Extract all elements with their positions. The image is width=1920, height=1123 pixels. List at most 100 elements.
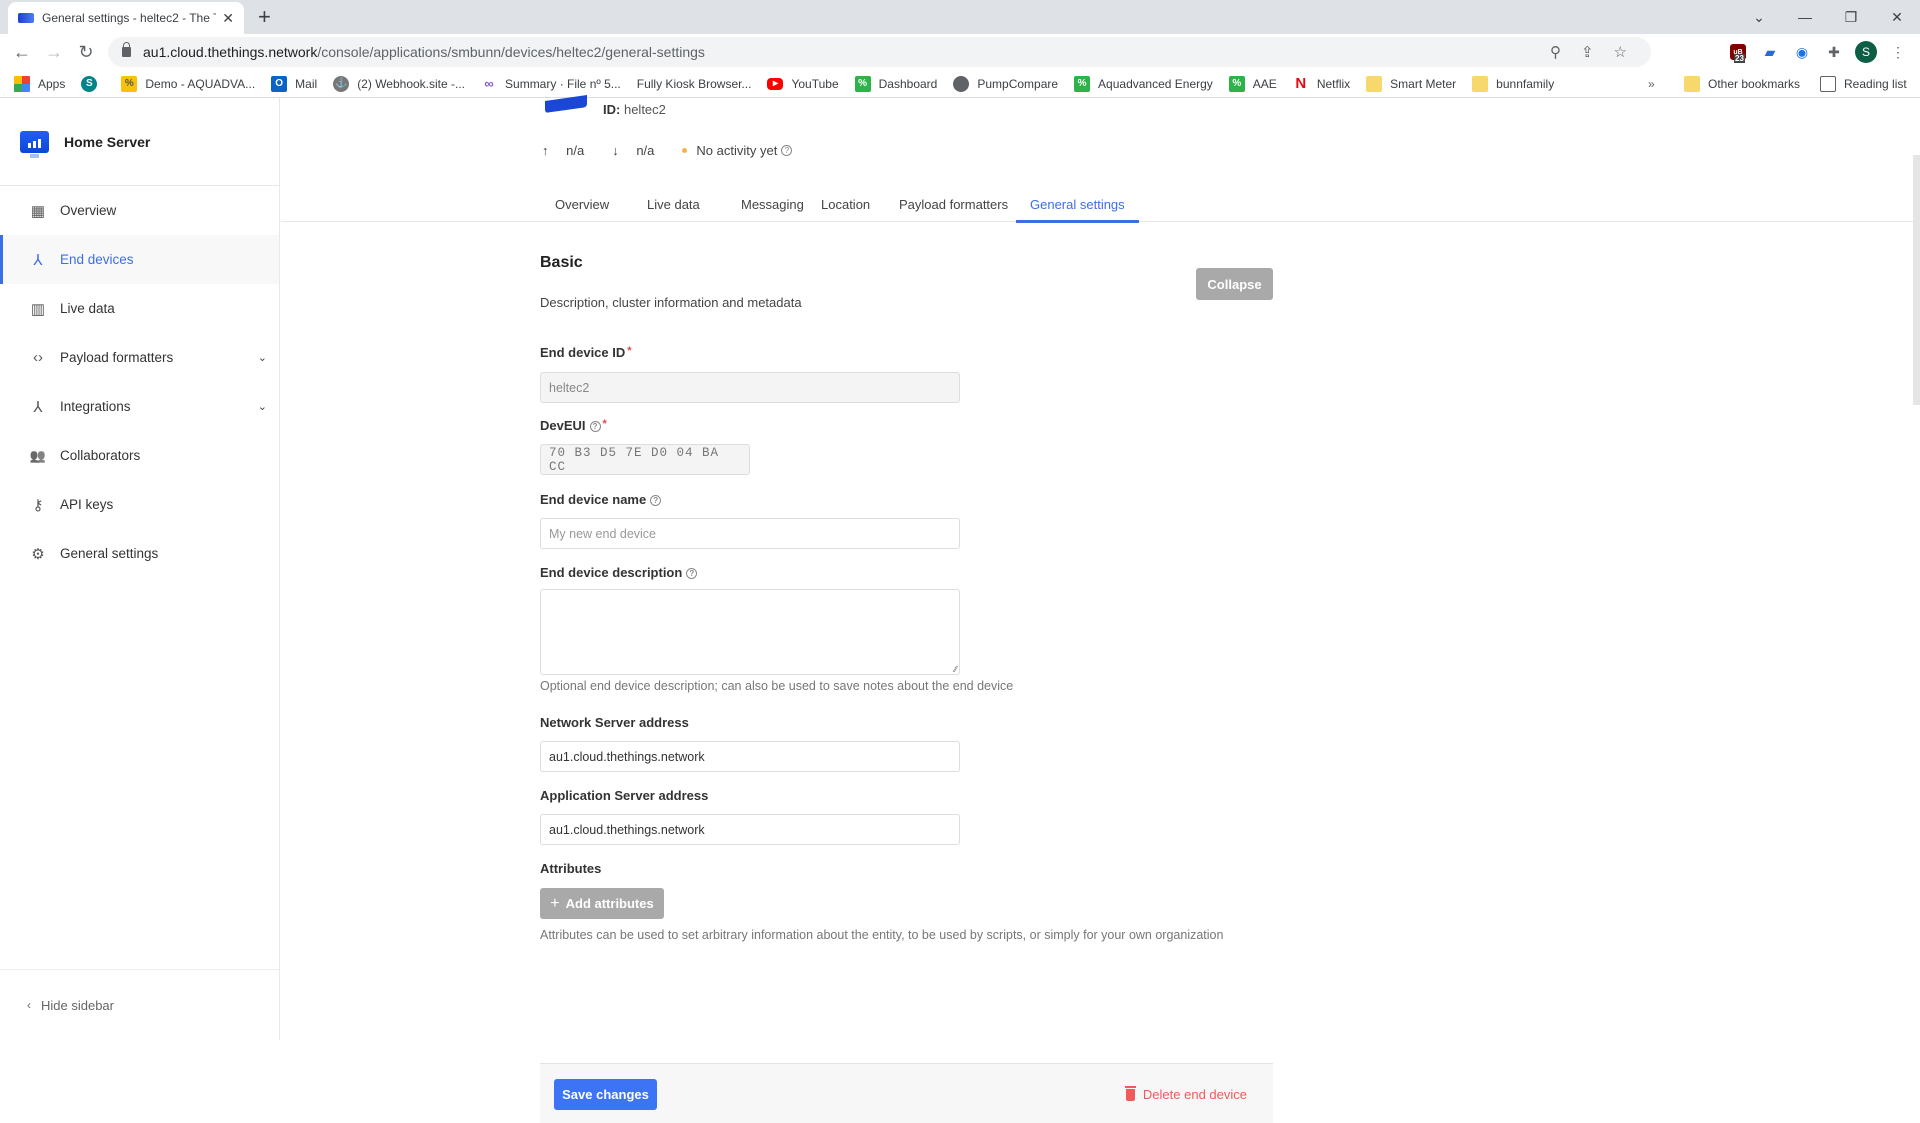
bookmark-item[interactable]: O Mail [271, 75, 317, 92]
extensions-puzzle-icon[interactable]: ✚ [1822, 40, 1846, 64]
dev-eui-input[interactable]: 70 B3 D5 7E D0 04 BA CC [540, 444, 750, 475]
bookmark-item[interactable]: ⚓ (2) Webhook.site -... [333, 75, 465, 92]
help-icon[interactable]: ? [781, 145, 793, 156]
bookmark-item[interactable]: ∞ Summary · File nº 5... [481, 76, 621, 92]
bookmark-item[interactable]: Apps [14, 75, 65, 92]
bookmark-label: Demo - AQUADVA... [145, 76, 256, 91]
browser-tab[interactable]: General settings - heltec2 - The T ✕ [8, 2, 244, 34]
bookmark-item[interactable]: N Netflix [1293, 75, 1351, 92]
device-id-label: ID: [603, 102, 621, 117]
bookmark-item[interactable]: Fully Kiosk Browser... [637, 76, 752, 92]
profile-avatar[interactable]: S [1854, 40, 1878, 64]
bookmark-item[interactable]: Smart Meter [1366, 75, 1456, 92]
share-icon[interactable]: ⇪ [1581, 43, 1594, 61]
restore-button[interactable]: ❐ [1828, 0, 1874, 34]
delete-label: Delete end device [1142, 1087, 1247, 1102]
new-tab-button[interactable]: + [258, 4, 271, 30]
location-icon[interactable]: ⚲ [1550, 43, 1561, 61]
plus-icon: + [550, 894, 560, 912]
close-tab-icon[interactable]: ✕ [222, 10, 234, 27]
tab-search-icon[interactable]: ⌄ [1736, 0, 1782, 34]
required-marker: * [627, 345, 632, 357]
device-name-field-label: End device name? [540, 492, 662, 507]
globe-icon [953, 75, 970, 92]
save-changes-button[interactable]: Save changes [554, 1079, 657, 1110]
bookmark-item[interactable]: % Aquadvanced Energy [1074, 75, 1213, 92]
tab-payload-formatters[interactable]: Payload formatters [885, 186, 1022, 222]
chevron-down-icon[interactable]: ⌄ [258, 351, 267, 364]
application-server-input[interactable]: au1.cloud.thethings.network [540, 814, 960, 845]
sidebar-item-api-keys[interactable]: ⚷ API keys [0, 480, 279, 529]
hide-sidebar-label: Hide sidebar [41, 997, 114, 1013]
tab-live-data[interactable]: Live data [633, 186, 714, 222]
device-description-textarea[interactable] [540, 589, 960, 675]
sidebar-item-live-data[interactable]: ▥ Live data [0, 284, 279, 333]
reading-list[interactable]: Reading list [1820, 75, 1907, 92]
close-window-button[interactable]: ✕ [1874, 0, 1920, 34]
collapse-button[interactable]: Collapse [1196, 268, 1273, 300]
other-bookmarks[interactable]: Other bookmarks [1684, 75, 1800, 92]
bookmark-item[interactable]: % Dashboard [854, 75, 937, 92]
tab-location[interactable]: Location [807, 186, 884, 222]
bookmark-item[interactable]: PumpCompare [953, 75, 1058, 92]
bookmark-label: AAE [1252, 76, 1277, 91]
sidebar-item-overview[interactable]: ▦ Overview [0, 186, 279, 235]
green-link-icon: % [1228, 75, 1245, 92]
bookmark-item[interactable]: S [81, 75, 105, 92]
network-server-input[interactable]: au1.cloud.thethings.network [540, 741, 960, 772]
bookmark-item[interactable]: bunnfamily [1472, 75, 1555, 92]
tab-overview[interactable]: Overview [541, 186, 623, 222]
bookmarks-overflow-button[interactable]: » [1648, 77, 1655, 91]
forward-icon[interactable]: → [42, 40, 66, 64]
webhook-icon: ⚓ [333, 75, 350, 92]
sidebar-item-payload-formatters[interactable]: ‹› Payload formatters ⌄ [0, 333, 279, 382]
device-id-input[interactable]: heltec2 [540, 372, 960, 403]
youtube-icon: ▸ [767, 77, 784, 90]
sidebar-header[interactable]: Home Server [0, 98, 279, 186]
ttn-favicon-icon [18, 13, 34, 23]
sidebar-item-general-settings[interactable]: ⚙ General settings [0, 529, 279, 578]
extension-badge: 23 [1734, 54, 1745, 63]
delete-end-device-button[interactable]: Delete end device [1124, 1079, 1247, 1110]
device-description-field-label: End device description? [540, 565, 698, 580]
netflix-icon: N [1295, 75, 1307, 92]
downlink-value: n/a [636, 143, 655, 158]
laptop-extension-icon[interactable]: ▰ [1758, 40, 1782, 64]
device-name-input[interactable]: My new end device [540, 518, 960, 549]
sidebar-item-end-devices[interactable]: ⅄ End devices [0, 235, 279, 284]
sidebar: Home Server ▦ Overview ⅄ End devices ▥ Live d… [0, 98, 280, 1040]
password-extension-icon[interactable]: ◉ [1790, 40, 1814, 64]
bookmark-label: Fully Kiosk Browser... [636, 76, 752, 91]
address-bar[interactable]: au1.cloud.thethings.network/console/appl… [108, 37, 1651, 67]
help-icon[interactable]: ? [589, 421, 601, 433]
bookmark-label: Netflix [1316, 76, 1351, 91]
help-icon[interactable]: ? [650, 495, 662, 507]
sidebar-item-integrations[interactable]: ⅄ Integrations ⌄ [0, 382, 279, 431]
chevron-down-icon[interactable]: ⌄ [258, 400, 267, 413]
sidebar-item-label: End devices [60, 252, 134, 267]
bookmark-star-icon[interactable]: ☆ [1614, 43, 1627, 61]
back-icon[interactable]: ← [10, 40, 34, 64]
reload-icon[interactable]: ↻ [74, 40, 98, 64]
help-icon[interactable]: ? [686, 568, 698, 580]
bookmark-label: Summary · File nº 5... [505, 76, 621, 91]
tab-messaging[interactable]: Messaging [727, 186, 818, 222]
hide-sidebar-button[interactable]: ‹ Hide sidebar [0, 969, 279, 1040]
minimize-button[interactable]: — [1782, 0, 1828, 34]
bookmark-label: bunnfamily [1496, 76, 1555, 91]
tab-general-settings[interactable]: General settings [1016, 186, 1139, 223]
bookmark-item[interactable]: ▸ YouTube [767, 76, 839, 91]
bookmark-item[interactable]: % AAE [1228, 75, 1277, 92]
bookmark-item[interactable]: % Demo - AQUADVA... [121, 75, 256, 92]
sidebar-item-label: Payload formatters [60, 350, 174, 365]
bookmark-label: Aquadvanced Energy [1098, 76, 1213, 91]
bookmark-label: YouTube [791, 76, 839, 91]
ublock-extension-icon[interactable]: uB 23 [1726, 40, 1750, 64]
chrome-menu-icon[interactable]: ⋮ [1886, 40, 1910, 64]
outlook-icon: O [271, 75, 288, 92]
scrollbar-thumb[interactable] [1913, 155, 1920, 405]
profile-initial: S [1855, 41, 1877, 63]
sidebar-item-collaborators[interactable]: 👥 Collaborators [0, 431, 279, 480]
add-attributes-button[interactable]: + Add attributes [540, 888, 664, 919]
form-footer: Save changes Delete end device [540, 1063, 1273, 1123]
